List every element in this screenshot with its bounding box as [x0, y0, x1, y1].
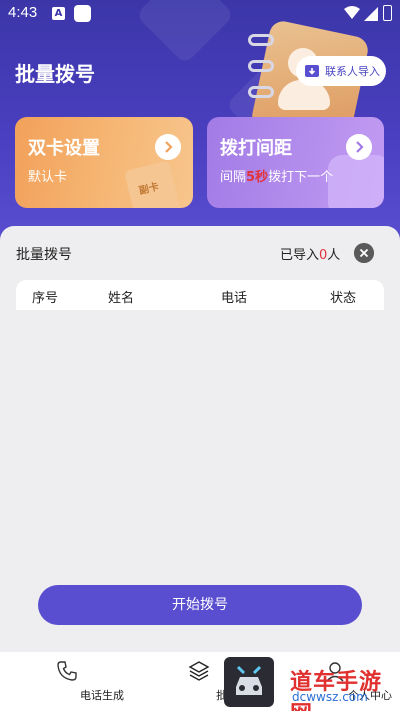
import-icon: [305, 65, 319, 77]
watermark-logo: [224, 657, 274, 707]
column-header-status: 状态: [330, 291, 357, 306]
dual-sim-settings-card[interactable]: 副卡 双卡设置 默认卡: [15, 117, 193, 208]
status-time: 4:43: [8, 4, 38, 21]
column-header-index: 序号: [32, 291, 59, 306]
contact-import-button[interactable]: 联系人导入: [296, 56, 386, 86]
app-notification-icon: [74, 5, 91, 22]
notification-icon: A: [52, 7, 65, 20]
column-header-phone: 电话: [221, 291, 248, 306]
tab-phone-generate[interactable]: 电话生成: [30, 652, 124, 711]
dual-sim-subtitle: 默认卡: [28, 170, 68, 185]
contact-import-label: 联系人导入: [325, 65, 380, 78]
start-dialing-button[interactable]: 开始拨号: [38, 585, 362, 625]
chevron-right-icon: [346, 134, 372, 160]
dial-interval-card[interactable]: 拨打间距 间隔5秒拨打下一个: [207, 117, 384, 208]
batch-dial-panel: 批量拨号 已导入0人 序号 姓名 电话 状态 开始拨号: [0, 226, 400, 652]
chevron-right-icon: [155, 134, 181, 160]
battery-icon: [383, 5, 392, 21]
status-bar: 4:43 A: [0, 0, 400, 30]
page-title: 批量拨号: [15, 62, 95, 86]
phone-illustration: [328, 155, 384, 208]
clear-list-button[interactable]: [354, 243, 374, 263]
imported-count-text: 已导入0人: [280, 248, 341, 263]
dial-interval-title: 拨打间距: [220, 138, 292, 159]
wifi-icon: [344, 6, 360, 19]
list-title: 批量拨号: [16, 247, 72, 263]
table-header: 序号 姓名 电话 状态: [16, 280, 384, 310]
dial-interval-subtitle: 间隔5秒拨打下一个: [220, 170, 334, 185]
layers-icon: [188, 661, 210, 681]
sim-card-illustration: 副卡: [123, 160, 183, 208]
signal-icon: [364, 7, 378, 21]
interval-seconds: 5秒: [246, 170, 269, 185]
column-header-name: 姓名: [108, 291, 135, 306]
tab-label: 电话生成: [80, 689, 124, 702]
watermark-url: dcwwsz.com: [292, 690, 368, 704]
phone-icon: [57, 661, 77, 681]
car-logo-icon: [236, 665, 262, 695]
dual-sim-title: 双卡设置: [28, 138, 100, 159]
